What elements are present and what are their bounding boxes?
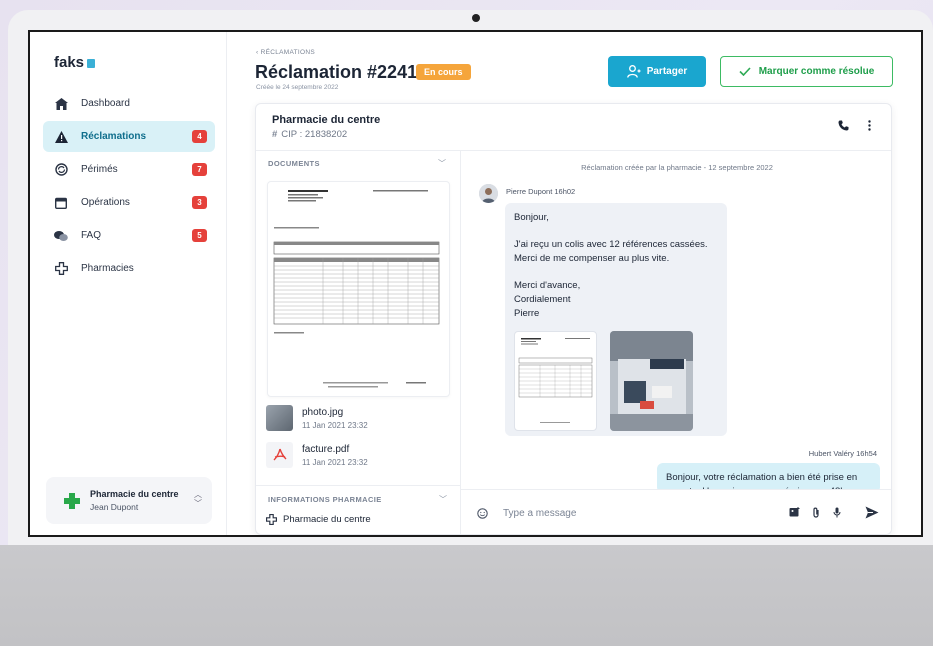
- message-line: Bonjour,: [514, 212, 549, 223]
- sidebar-item-label: Dashboard: [81, 98, 130, 109]
- message-author: Pierre Dupont 16h02: [506, 187, 576, 196]
- warning-icon: [53, 129, 69, 145]
- incoming-message: Bonjour, J'ai reçu un colis avec 12 réfé…: [505, 203, 727, 436]
- send-icon[interactable]: [865, 506, 879, 519]
- pharmacy-info-title: INFORMATIONS PHARMACIE: [268, 495, 382, 504]
- system-message: Réclamation créée par la pharmacie - 12 …: [581, 163, 773, 172]
- sidebar: faks Dashboard Réclamations 4 Périmés 7 …: [30, 32, 227, 535]
- resolve-label: Marquer comme résolue: [758, 66, 875, 77]
- app-screen: faks Dashboard Réclamations 4 Périmés 7 …: [28, 30, 923, 537]
- attachment-icon[interactable]: [812, 507, 820, 518]
- refresh-icon: [53, 162, 69, 178]
- sidebar-nav: Dashboard Réclamations 4 Périmés 7 Opéra…: [43, 88, 215, 286]
- pharmacy-name: Pharmacie du centre: [90, 489, 179, 499]
- phone-icon[interactable]: [838, 120, 849, 131]
- chevron-down-icon[interactable]: ﹀: [439, 494, 447, 505]
- emoji-icon[interactable]: [477, 508, 488, 519]
- pharmacy-info-name: Pharmacie du centre: [266, 514, 371, 525]
- laptop-base: [0, 545, 933, 646]
- pharmacy-cip: # CIP : 21838202: [272, 129, 348, 140]
- check-icon: [739, 67, 751, 76]
- count-badge: 5: [192, 229, 207, 242]
- file-date: 11 Jan 2021 23:32: [302, 420, 368, 430]
- breadcrumb[interactable]: ‹ RÉCLAMATIONS: [256, 49, 315, 56]
- sidebar-item-faq[interactable]: FAQ 5: [43, 220, 215, 251]
- home-icon: [53, 96, 69, 112]
- sidebar-item-operations[interactable]: Opérations 3: [43, 187, 215, 218]
- photo-attachment[interactable]: [610, 331, 693, 431]
- pharmacy-cross-icon: [266, 514, 277, 525]
- claim-card: Pharmacie du centre # CIP : 21838202 DOCU…: [255, 103, 892, 535]
- file-name: facture.pdf: [302, 443, 350, 455]
- message-line: Merci d'avance,: [514, 280, 581, 291]
- message-line: Merci de me compenser au plus vite.: [514, 253, 670, 264]
- pharmacy-name: Pharmacie du centre: [272, 114, 381, 126]
- message-author: Hubert Valéry 16h54: [808, 449, 877, 458]
- mark-resolved-button[interactable]: Marquer comme résolue: [720, 56, 893, 87]
- sidebar-item-perimes[interactable]: Périmés 7: [43, 154, 215, 185]
- sidebar-item-label: Pharmacies: [81, 263, 134, 274]
- pharmacy-cross-icon: [53, 261, 69, 277]
- pharmacy-info-section: INFORMATIONS PHARMACIE ﹀ Pharmacie du ce…: [256, 485, 461, 534]
- page-title: Réclamation #2241: [255, 62, 418, 82]
- chevron-down-icon[interactable]: ﹀: [438, 158, 446, 169]
- message-line: J'ai reçu un colis avec 12 références ca…: [514, 239, 708, 250]
- app-logo[interactable]: faks: [54, 54, 96, 71]
- message-input[interactable]: [503, 504, 773, 522]
- chat-bubbles-icon: [53, 228, 69, 244]
- sidebar-item-label: Réclamations: [81, 131, 147, 142]
- count-badge: 4: [192, 130, 207, 143]
- image-upload-icon[interactable]: [789, 507, 800, 517]
- pharmacy-header: Pharmacie du centre # CIP : 21838202: [256, 104, 891, 151]
- share-button[interactable]: Partager: [608, 56, 706, 87]
- sidebar-item-label: FAQ: [81, 230, 102, 241]
- created-date: Créée le 24 septembre 2022: [256, 84, 339, 91]
- document-attachment[interactable]: [514, 331, 597, 431]
- pharmacy-switcher[interactable]: Pharmacie du centre Jean Dupont ︿ ﹀: [46, 477, 212, 524]
- file-name: photo.jpg: [302, 406, 344, 418]
- sidebar-item-label: Opérations: [81, 197, 130, 208]
- share-label: Partager: [646, 66, 688, 77]
- count-badge: 7: [192, 163, 207, 176]
- document-preview[interactable]: [267, 181, 450, 397]
- hash-icon: #: [272, 129, 278, 140]
- logo-mark-icon: [87, 59, 96, 68]
- user-name: Jean Dupont: [90, 502, 139, 512]
- avatar: [479, 184, 498, 203]
- more-options-icon[interactable]: [868, 120, 871, 131]
- documents-section-title: DOCUMENTS: [268, 159, 320, 168]
- chat-panel: Réclamation créée par la pharmacie - 12 …: [461, 151, 891, 534]
- file-item[interactable]: photo.jpg 11 Jan 2021 23:32: [266, 403, 451, 433]
- calendar-icon: [53, 195, 69, 211]
- count-badge: 3: [192, 196, 207, 209]
- message-line: Cordialement: [514, 294, 571, 305]
- sidebar-item-dashboard[interactable]: Dashboard: [43, 88, 215, 119]
- microphone-icon[interactable]: [833, 507, 841, 518]
- sidebar-item-reclamations[interactable]: Réclamations 4: [43, 121, 215, 152]
- add-user-icon: [626, 65, 641, 78]
- documents-panel: DOCUMENTS ﹀ photo.jpg 11 Jan 2021 23:32 …: [256, 151, 461, 534]
- chevron-up-down-icon: ︿ ﹀: [194, 490, 202, 508]
- status-badge: En cours: [416, 64, 471, 80]
- file-item[interactable]: facture.pdf 11 Jan 2021 23:32: [266, 440, 451, 470]
- message-line: Pierre: [514, 308, 540, 319]
- sidebar-item-pharmacies[interactable]: Pharmacies: [43, 253, 215, 284]
- pdf-icon: [266, 442, 293, 468]
- camera-dot: [472, 14, 480, 22]
- file-date: 11 Jan 2021 23:32: [302, 457, 368, 467]
- image-thumbnail: [266, 405, 293, 431]
- sidebar-item-label: Périmés: [81, 164, 118, 175]
- pharmacy-cross-icon: [64, 492, 80, 509]
- message-composer: [461, 489, 891, 534]
